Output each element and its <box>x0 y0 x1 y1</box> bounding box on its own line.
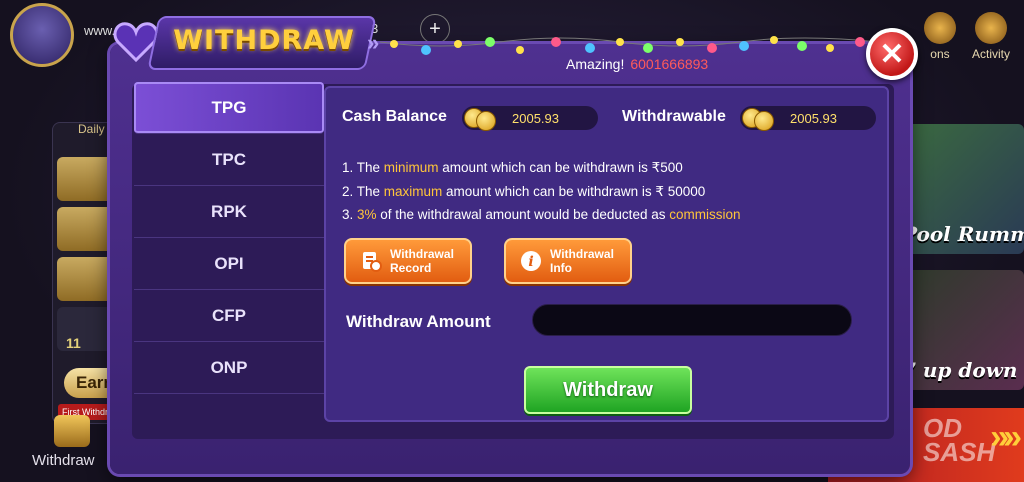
daily-label: Daily <box>78 122 105 136</box>
chevrons-icon: »» <box>990 418 1022 456</box>
tab-rpk[interactable]: RPK <box>134 186 324 238</box>
tab-tpg[interactable]: TPG <box>134 82 324 134</box>
tab-tpc[interactable]: TPC <box>134 134 324 186</box>
coin-icon <box>476 111 496 131</box>
coin-icon <box>754 111 774 131</box>
withdraw-content-panel: Cash Balance 2005.93 Withdrawable 2005.9… <box>324 86 889 422</box>
rule-maximum: 2. The maximum amount which can be withd… <box>342 183 706 199</box>
svg-text:i: i <box>528 254 533 270</box>
top-url-text: www. <box>84 23 116 38</box>
dialog-title-badge: WITHDRAW » <box>113 12 383 72</box>
withdrawal-record-button[interactable]: Withdrawal Record <box>344 238 472 284</box>
activity-icon <box>974 12 1007 44</box>
game-card-label: 7 up down <box>902 358 1018 382</box>
game-card-7-up-down[interactable]: 7 up down <box>896 270 1024 390</box>
close-icon: ✕ <box>879 37 905 71</box>
record-line1: Withdrawal <box>390 247 454 261</box>
dialog-title: WITHDRAW <box>173 25 355 56</box>
activity-button[interactable]: Activity <box>972 12 1010 61</box>
winner-ticker: Amazing! 6001666893 <box>566 56 708 72</box>
ticker-number: 6001666893 <box>630 56 709 72</box>
withdraw-submit-button[interactable]: Withdraw <box>524 366 692 414</box>
withdraw-rules: 1. The minimum amount which can be withd… <box>342 156 740 227</box>
tab-opi[interactable]: OPI <box>134 238 324 290</box>
close-button[interactable]: ✕ <box>866 28 918 80</box>
tab-onp[interactable]: ONP <box>134 342 324 394</box>
promotions-icon <box>923 12 956 44</box>
cash-balance-label: Cash Balance <box>342 108 447 125</box>
user-avatar[interactable] <box>10 3 74 67</box>
info-icon: i <box>520 250 542 272</box>
game-card-label: Pool Rummy <box>902 222 1024 246</box>
game-tabs: TPG TPC RPK OPI CFP ONP <box>134 82 324 422</box>
promotions-button[interactable]: ons <box>923 12 956 61</box>
activity-label: Activity <box>971 47 1010 61</box>
game-card-pool-rummy[interactable]: Pool Rummy <box>896 124 1024 254</box>
string-lights-decoration <box>380 36 880 55</box>
rule-commission: 3. 3% of the withdrawal amount would be … <box>342 207 741 222</box>
treasure-chest-icon[interactable] <box>54 415 90 447</box>
record-icon <box>360 250 382 272</box>
rule-minimum: 1. The minimum amount which can be withd… <box>342 160 683 175</box>
cash-banner-text: OD SASH <box>923 413 996 467</box>
record-line2: Record <box>390 261 432 275</box>
info-line2: Info <box>550 261 572 275</box>
withdrawal-info-button[interactable]: i Withdrawal Info <box>504 238 632 284</box>
rank-number: 11 <box>66 335 81 351</box>
withdraw-amount-input[interactable] <box>532 304 852 336</box>
info-line1: Withdrawal <box>550 247 614 261</box>
withdrawable-label: Withdrawable <box>622 108 726 125</box>
bottom-withdraw-label[interactable]: Withdraw <box>32 452 95 469</box>
ticker-label: Amazing! <box>566 56 625 72</box>
title-arrow-icon: » <box>367 30 380 55</box>
withdraw-amount-label: Withdraw Amount <box>346 312 491 331</box>
promotions-label: ons <box>930 47 950 61</box>
tab-cfp[interactable]: CFP <box>134 290 324 342</box>
right-top-icons: ons Activity <box>923 12 1010 61</box>
